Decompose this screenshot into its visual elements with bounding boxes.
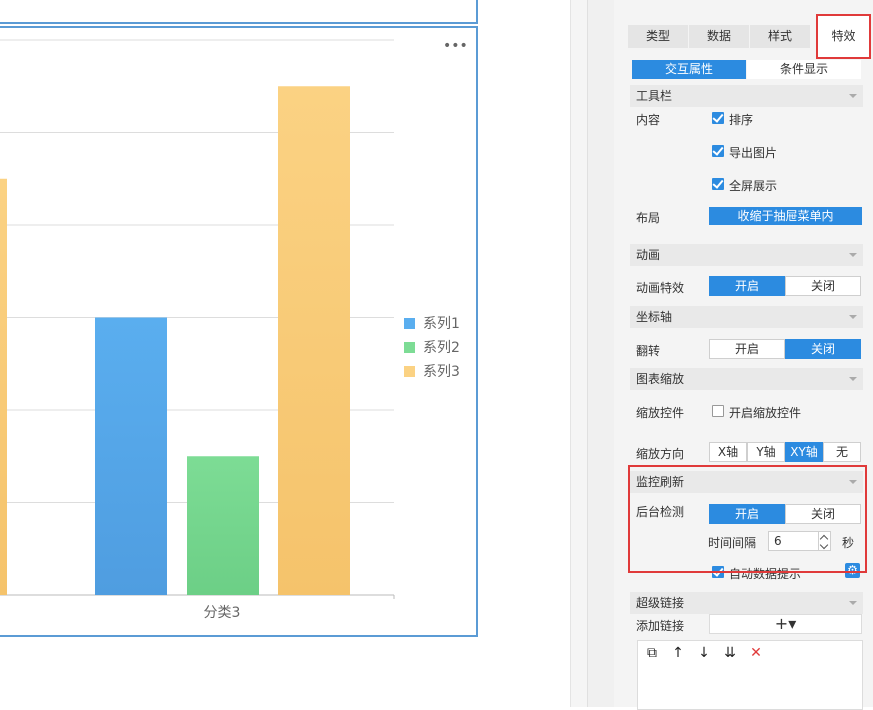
- add-link-button[interactable]: +▾: [709, 614, 862, 634]
- fullscreen-checkbox[interactable]: [712, 178, 724, 190]
- copy-icon[interactable]: ⧉: [643, 644, 661, 662]
- arrow-down-icon[interactable]: ↓: [695, 644, 713, 662]
- bar-系列3: [278, 86, 350, 595]
- section-chart-zoom[interactable]: 图表缩放: [630, 368, 863, 390]
- legend-item-series2[interactable]: 系列2: [404, 339, 460, 356]
- bar-系列1: [95, 317, 167, 595]
- subtab-conditional-display[interactable]: 条件显示: [747, 60, 861, 79]
- tab-data[interactable]: 数据: [689, 25, 749, 48]
- sort-checkbox[interactable]: [712, 112, 724, 124]
- zoom-y-button[interactable]: Y轴: [747, 442, 785, 462]
- bar-partial-series3: [0, 178, 7, 595]
- section-toolbar[interactable]: 工具栏: [630, 85, 863, 107]
- sort-label: 排序: [729, 113, 754, 127]
- section-hyperlink[interactable]: 超级链接: [630, 592, 863, 614]
- move-bottom-icon[interactable]: ⇊: [721, 644, 739, 662]
- legend-swatch: [404, 341, 415, 353]
- zoom-control-option: 开启缩放控件: [729, 406, 802, 420]
- legend-item-series1[interactable]: 系列1: [404, 315, 460, 332]
- arrow-up-icon[interactable]: ↑: [669, 644, 687, 662]
- zoom-control-label: 缩放控件: [636, 406, 685, 420]
- animation-effect-label: 动画特效: [636, 281, 685, 295]
- panel-divider[interactable]: [587, 0, 614, 707]
- animation-off-button[interactable]: 关闭: [785, 276, 861, 296]
- legend-swatch: [404, 317, 415, 329]
- animation-on-button[interactable]: 开启: [709, 276, 785, 296]
- content-label: 内容: [636, 113, 661, 127]
- zoom-none-button[interactable]: 无: [823, 442, 861, 462]
- legend-label: 系列1: [423, 316, 460, 332]
- section-title: 工具栏: [636, 89, 673, 103]
- section-title: 坐标轴: [636, 310, 673, 324]
- zoom-xy-button[interactable]: XY轴: [785, 442, 823, 462]
- chevron-down-icon: [849, 253, 857, 257]
- section-title: 图表缩放: [636, 372, 685, 386]
- tab-effects[interactable]: 特效: [816, 25, 871, 48]
- chart-widget[interactable]: 分类3 •••: [0, 26, 478, 637]
- section-title: 超级链接: [636, 596, 685, 610]
- layout-label: 布局: [636, 211, 661, 225]
- legend-label: 系列2: [423, 340, 460, 356]
- chevron-down-icon: [849, 377, 857, 381]
- zoom-control-checkbox[interactable]: [712, 405, 724, 417]
- subtab-interaction[interactable]: 交互属性: [632, 60, 746, 79]
- legend-label: 系列3: [423, 364, 460, 380]
- monitor-highlight: [628, 465, 867, 573]
- delete-icon[interactable]: ✕: [747, 644, 765, 662]
- previous-widget-frame[interactable]: [0, 0, 478, 24]
- section-animation[interactable]: 动画: [630, 244, 863, 266]
- flip-off-button[interactable]: 关闭: [785, 339, 861, 359]
- chevron-down-icon: [849, 601, 857, 605]
- tab-type[interactable]: 类型: [628, 25, 688, 48]
- layout-select[interactable]: 收缩于抽屉菜单内: [709, 207, 862, 225]
- flip-label: 翻转: [636, 344, 661, 358]
- design-canvas: 分类3 ••• 系列1 系列2 系列3: [0, 0, 570, 707]
- zoom-x-button[interactable]: X轴: [709, 442, 747, 462]
- zoom-direction-label: 缩放方向: [636, 447, 685, 461]
- section-axis[interactable]: 坐标轴: [630, 306, 863, 328]
- add-link-label: 添加链接: [636, 619, 685, 633]
- chevron-down-icon: [849, 315, 857, 319]
- flip-on-button[interactable]: 开启: [709, 339, 785, 359]
- legend-item-series3[interactable]: 系列3: [404, 363, 460, 380]
- canvas-scroll-gutter: [570, 0, 587, 707]
- export-image-label: 导出图片: [729, 146, 778, 160]
- more-dots-icon[interactable]: •••: [443, 39, 468, 54]
- bar-chart: 分类3: [0, 39, 395, 621]
- chevron-down-icon: [849, 94, 857, 98]
- export-image-checkbox[interactable]: [712, 145, 724, 157]
- x-tick-label: 分类3: [204, 605, 241, 621]
- legend-swatch: [404, 365, 415, 377]
- bar-系列2: [187, 456, 259, 595]
- fullscreen-label: 全屏展示: [729, 179, 778, 193]
- tab-style[interactable]: 样式: [750, 25, 810, 48]
- section-title: 动画: [636, 248, 661, 262]
